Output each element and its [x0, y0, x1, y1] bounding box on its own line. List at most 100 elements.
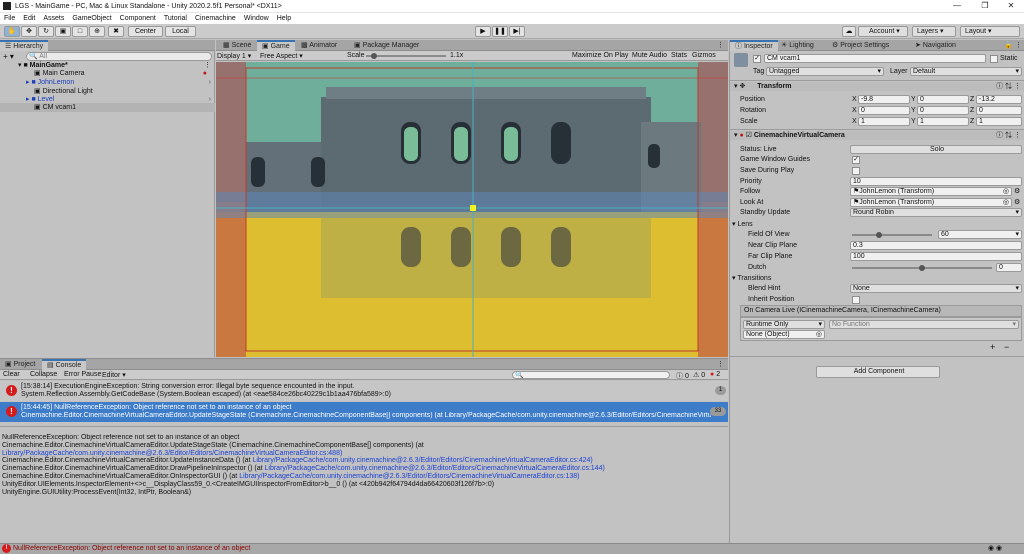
add-icon[interactable]: + ▾ — [3, 52, 14, 61]
transform-header[interactable]: ▾ ✥ Transform ⓘ ⇅ ⋮ — [730, 82, 1024, 91]
menu-edit[interactable]: Edit — [23, 15, 35, 22]
fov-slider[interactable] — [852, 234, 932, 236]
blend-hint-dropdown[interactable]: None ▾ — [850, 284, 1022, 293]
tag-dropdown[interactable]: Untagged ▾ — [766, 67, 884, 76]
lock-icon[interactable]: 🔒 — [1004, 41, 1013, 49]
gizmos-button[interactable]: Gizmos — [692, 52, 716, 59]
follow-field[interactable]: ⚑JohnLemon (Transform) ◎ — [850, 187, 1012, 196]
menu-tutorial[interactable]: Tutorial — [164, 15, 187, 22]
transitions-foldout[interactable]: ▾ Transitions — [732, 274, 771, 283]
detail-link[interactable]: Library/PackageCache/com.unity.cinemachi… — [265, 465, 605, 472]
position-y-field[interactable]: 0 — [917, 95, 969, 104]
far-clip-field[interactable]: 100 — [850, 252, 1022, 261]
rect-tool-icon[interactable]: □ — [72, 26, 88, 37]
rotation-x-field[interactable]: 0 — [858, 106, 910, 115]
minimize-icon[interactable]: — — [944, 0, 970, 13]
menu-gameobject[interactable]: GameObject — [72, 15, 111, 22]
tab-animator[interactable]: ▩ Animator — [296, 40, 342, 51]
status-icons[interactable]: ◉ ◉ — [988, 544, 1002, 552]
cm-component-header[interactable]: ▾ ● ☑ CinemachineVirtualCamera ⓘ ⇅ ⋮ — [730, 131, 1024, 140]
menu-cinemachine[interactable]: Cinemachine — [195, 15, 236, 22]
collab-icon[interactable]: ☁ — [842, 26, 856, 37]
hierarchy-search-input[interactable]: 🔍 All — [26, 52, 212, 61]
layer-dropdown[interactable]: Default ▾ — [910, 67, 1022, 76]
lens-foldout[interactable]: ▾ Lens — [732, 220, 753, 229]
tab-hierarchy[interactable]: ☰ Hierarchy — [0, 40, 49, 51]
game-window-guides-checkbox[interactable]: ✓ — [852, 156, 860, 164]
error-pause-button[interactable]: Error Pause — [64, 371, 101, 378]
lookat-field[interactable]: ⚑JohnLemon (Transform) ◎ — [850, 198, 1012, 207]
transform-tool-icon[interactable]: ⊕ — [89, 26, 105, 37]
stats-button[interactable]: Stats — [671, 52, 687, 59]
inherit-position-checkbox[interactable] — [852, 296, 860, 304]
position-x-field[interactable]: -9.8 — [858, 95, 910, 104]
tab-project-settings[interactable]: ⚙ Project Settings — [827, 40, 894, 51]
console-entry[interactable]: ! [15:38:14] ExecutionEngineException: S… — [0, 381, 728, 401]
hand-tool-icon[interactable]: ✋ — [4, 26, 20, 37]
static-checkbox[interactable] — [990, 55, 998, 63]
log-count-toggle[interactable]: ⓘ 0 — [676, 371, 689, 381]
tab-game[interactable]: ▣ Game — [257, 40, 295, 51]
pivot-center-toggle[interactable]: Center — [128, 26, 163, 37]
active-checkbox[interactable]: ✓ — [753, 55, 761, 63]
maximize-icon[interactable]: ❐ — [972, 0, 998, 13]
tab-console[interactable]: ▤ Console — [42, 359, 87, 370]
step-icon[interactable]: ▶| — [509, 26, 525, 37]
hierarchy-item-main-camera[interactable]: ▣ Main Camera ● — [0, 69, 215, 78]
tab-navigation[interactable]: ➤ Navigation — [910, 40, 961, 51]
layout-dropdown[interactable]: Layout ▾ — [960, 26, 1020, 37]
move-tool-icon[interactable]: ✥ — [21, 26, 37, 37]
scale-slider-knob[interactable] — [371, 53, 377, 59]
lookat-settings-icon[interactable]: ⚙ — [1014, 198, 1020, 207]
tab-lighting[interactable]: ☀ Lighting — [776, 40, 819, 51]
error-count-toggle[interactable]: ● 2 — [710, 371, 720, 378]
runtime-dropdown[interactable]: Runtime Only ▾ — [743, 320, 825, 329]
scale-slider[interactable] — [366, 55, 446, 57]
position-z-field[interactable]: -13.2 — [976, 95, 1022, 104]
layers-dropdown[interactable]: Layers ▾ — [912, 26, 956, 37]
scale-x-field[interactable]: 1 — [858, 117, 910, 126]
scale-tool-icon[interactable]: ▣ — [55, 26, 71, 37]
solo-button[interactable]: Solo — [850, 145, 1022, 154]
console-search-input[interactable]: 🔍 — [512, 371, 670, 379]
tab-project[interactable]: ▣ Project — [0, 359, 40, 370]
rotation-y-field[interactable]: 0 — [917, 106, 969, 115]
tab-inspector[interactable]: ⓘ Inspector — [730, 40, 778, 51]
clear-button[interactable]: Clear — [3, 371, 20, 378]
detail-link[interactable]: Library/PackageCache/com.unity.cinemachi… — [252, 457, 592, 464]
standby-dropdown[interactable]: Round Robin ▾ — [850, 208, 1022, 217]
fov-slider-knob[interactable] — [876, 232, 882, 238]
object-field[interactable]: None (Object) ◎ — [743, 330, 825, 339]
rotate-tool-icon[interactable]: ↻ — [38, 26, 54, 37]
fov-field[interactable]: 60 ▾ — [938, 230, 1022, 239]
near-clip-field[interactable]: 0.3 — [850, 241, 1022, 250]
collapse-button[interactable]: Collapse — [30, 371, 57, 378]
detail-link[interactable]: Library/PackageCache/com.unity.cinemachi… — [2, 450, 726, 458]
priority-field[interactable]: 10 — [850, 177, 1022, 186]
object-name-field[interactable]: CM vcam1 — [764, 54, 986, 63]
remove-event-icon[interactable]: − — [1004, 343, 1009, 352]
add-event-icon[interactable]: + — [990, 343, 995, 352]
pivot-local-toggle[interactable]: Local — [165, 26, 196, 37]
display-dropdown[interactable]: Display 1 ▾ — [217, 52, 257, 60]
console-entry-selected[interactable]: ! [15:44:45] NullReferenceException: Obj… — [0, 402, 728, 422]
tab-package-manager[interactable]: ▣ Package Manager — [349, 40, 424, 51]
account-dropdown[interactable]: Account ▾ — [858, 26, 908, 37]
rotation-z-field[interactable]: 0 — [976, 106, 1022, 115]
aspect-dropdown[interactable]: Free Aspect ▾ — [260, 52, 340, 60]
mute-audio-button[interactable]: Mute Audio — [632, 52, 667, 59]
hierarchy-item-cm-vcam1[interactable]: ▣ CM vcam1 — [0, 103, 215, 112]
menu-component[interactable]: Component — [120, 15, 156, 22]
play-icon[interactable]: ▶ — [475, 26, 491, 37]
game-render-view[interactable] — [216, 62, 728, 357]
save-during-play-checkbox[interactable] — [852, 167, 860, 175]
dutch-field[interactable]: 0 — [996, 263, 1022, 272]
maximize-on-play-button[interactable]: Maximize On Play — [572, 52, 628, 59]
panel-menu-icon[interactable]: ⋮ — [1015, 41, 1022, 49]
scale-y-field[interactable]: 1 — [917, 117, 969, 126]
warning-count-toggle[interactable]: ⚠ 0 — [693, 371, 705, 379]
menu-assets[interactable]: Assets — [43, 15, 64, 22]
hierarchy-item-johnlemon[interactable]: ▸ ■ JohnLemon › — [0, 78, 215, 87]
panel-menu-icon[interactable]: ⋮ — [717, 41, 724, 49]
detail-link[interactable]: Library/PackageCache/com.unity.cinemachi… — [239, 473, 579, 480]
